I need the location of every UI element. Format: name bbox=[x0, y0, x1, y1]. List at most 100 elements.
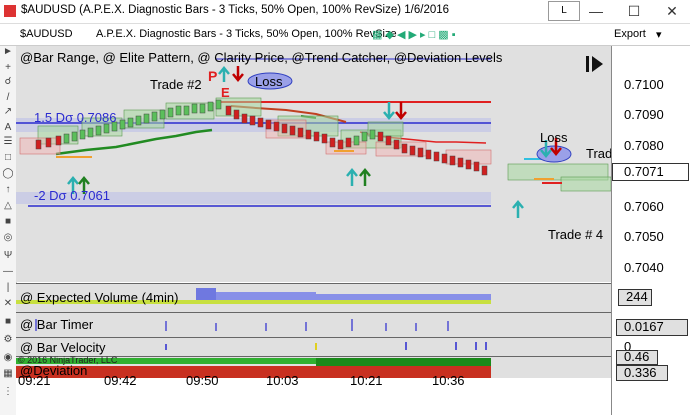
candle bbox=[273, 121, 280, 132]
pitchfork-icon[interactable]: Ψ bbox=[2, 250, 14, 262]
price-panel[interactable]: @Bar Range, @ Elite Pattern, @ Clarity P… bbox=[16, 46, 613, 282]
triangle-icon[interactable]: △ bbox=[2, 200, 14, 212]
bars-type-selector[interactable]: A.P.E.X. Diagnostic Bars - 3 Ticks, 50% … bbox=[96, 28, 397, 40]
indicator-list: @Bar Range, @ Elite Pattern, @ Clarity P… bbox=[20, 50, 503, 65]
timer-panel[interactable]: @ Bar Timer bbox=[16, 312, 611, 337]
deviation-value-1: 0.46 bbox=[624, 349, 650, 364]
time-tick: 10:21 bbox=[350, 373, 383, 388]
fib-icon[interactable]: ☰ bbox=[2, 136, 14, 148]
candle bbox=[393, 139, 400, 150]
candle bbox=[265, 119, 272, 130]
pointer-icon[interactable]: ► bbox=[2, 46, 14, 58]
candle bbox=[281, 123, 288, 134]
close-button[interactable]: ✕ bbox=[654, 0, 690, 23]
price-tick: 0.7100 bbox=[624, 77, 664, 92]
candle bbox=[385, 135, 392, 146]
export-menu[interactable]: Export bbox=[614, 28, 646, 40]
level-marker bbox=[72, 156, 92, 158]
price-axis[interactable]: 0.7100 0.7090 0.7080 0.7071 0.7060 0.705… bbox=[611, 46, 690, 415]
deviation-value-2: 0.336 bbox=[624, 365, 657, 380]
candle bbox=[321, 133, 328, 144]
hline-icon[interactable]: — bbox=[2, 266, 14, 278]
maximize-button[interactable]: ☐ bbox=[616, 0, 652, 23]
candle bbox=[191, 103, 198, 114]
candle bbox=[473, 161, 480, 172]
zoom-icon[interactable]: ☌ bbox=[2, 76, 14, 88]
minimize-button[interactable]: — bbox=[578, 0, 614, 23]
price-tick: 0.7040 bbox=[624, 260, 664, 275]
rectangle-icon[interactable]: □ bbox=[2, 152, 14, 164]
text-icon[interactable]: A bbox=[2, 122, 14, 134]
candle bbox=[337, 139, 344, 150]
link-badge[interactable]: L bbox=[548, 1, 580, 21]
candle bbox=[377, 131, 384, 142]
candle bbox=[95, 125, 102, 136]
trade-partial-label: Trad bbox=[586, 146, 613, 161]
candle bbox=[127, 117, 134, 128]
candle bbox=[457, 157, 464, 168]
window-title: $AUDUSD (A.P.E.X. Diagnostic Bars - 3 Ti… bbox=[21, 4, 450, 16]
candle bbox=[199, 103, 206, 114]
candle bbox=[135, 115, 142, 126]
toolbar-icons[interactable]: ▦ ◆ ◀ ▶ ▸ □ ▩ ▪ bbox=[372, 28, 456, 41]
delete-icon[interactable]: ✕ bbox=[2, 298, 14, 310]
line-icon[interactable]: / bbox=[2, 92, 14, 104]
candle bbox=[143, 113, 150, 124]
candle bbox=[207, 101, 214, 112]
price-tick: 0.7050 bbox=[624, 229, 664, 244]
trade-4-label: Trade # 4 bbox=[548, 227, 604, 242]
time-tick: 10:36 bbox=[432, 373, 465, 388]
candle bbox=[175, 105, 182, 116]
lock-icon[interactable]: ◉ bbox=[2, 352, 14, 364]
export-chevron-icon[interactable]: ▾ bbox=[656, 28, 662, 41]
app-icon bbox=[4, 5, 16, 17]
drawing-tools-bar: ► + ☌ / ↗ A ☰ □ ◯ ↑ △ ■ ◎ Ψ — | ✕ ■ ⚙ ◉ … bbox=[0, 46, 17, 415]
candle bbox=[433, 151, 440, 162]
deviation-lower-label: -2 Dσ 0.7061 bbox=[34, 188, 110, 203]
candle bbox=[409, 145, 416, 156]
candle bbox=[103, 123, 110, 134]
candle bbox=[257, 117, 264, 128]
circle-icon[interactable]: ◎ bbox=[2, 232, 14, 244]
candle bbox=[449, 155, 456, 166]
volume-value: 244 bbox=[626, 289, 648, 304]
candle bbox=[425, 149, 432, 160]
settings-icon[interactable]: ⚙ bbox=[2, 334, 14, 346]
candle bbox=[167, 107, 174, 118]
volume-panel[interactable]: @ Expected Volume (4min) bbox=[16, 283, 611, 312]
grid-icon[interactable]: ▦ bbox=[2, 368, 14, 380]
time-tick: 09:42 bbox=[104, 373, 137, 388]
candle bbox=[369, 129, 376, 140]
candle bbox=[119, 119, 126, 130]
price-tick: 0.7060 bbox=[624, 199, 664, 214]
candle bbox=[345, 137, 352, 148]
more-icon[interactable]: ⋮ bbox=[2, 386, 14, 398]
candle bbox=[183, 105, 190, 116]
arrow-icon[interactable]: ↑ bbox=[2, 184, 14, 196]
level-marker bbox=[534, 178, 554, 180]
candle bbox=[215, 99, 222, 110]
timer-value: 0.0167 bbox=[624, 319, 664, 334]
vline-icon[interactable]: | bbox=[2, 282, 14, 294]
e-marker: E bbox=[221, 85, 230, 100]
candle bbox=[289, 125, 296, 136]
volume-panel-label: @ Expected Volume (4min) bbox=[20, 290, 179, 305]
time-tick: 09:21 bbox=[18, 373, 51, 388]
candle bbox=[63, 133, 70, 144]
velocity-panel[interactable]: @ Bar Velocity bbox=[16, 337, 611, 356]
region-icon[interactable]: ■ bbox=[2, 216, 14, 228]
trash-icon[interactable]: ■ bbox=[2, 316, 14, 328]
instrument-selector[interactable]: $AUDUSD bbox=[20, 28, 73, 40]
crosshair-icon[interactable]: + bbox=[2, 62, 14, 74]
candle bbox=[313, 131, 320, 142]
time-tick: 10:03 bbox=[266, 373, 299, 388]
trade-2-label: Trade #2 bbox=[150, 77, 202, 92]
candle bbox=[233, 109, 240, 120]
price-tick: 0.7080 bbox=[624, 138, 664, 153]
candle bbox=[305, 129, 312, 140]
ray-icon[interactable]: ↗ bbox=[2, 106, 14, 118]
candle bbox=[241, 113, 248, 124]
timer-panel-label: @ Bar Timer bbox=[20, 317, 94, 332]
ellipse-icon[interactable]: ◯ bbox=[2, 168, 14, 180]
candle bbox=[35, 139, 42, 150]
